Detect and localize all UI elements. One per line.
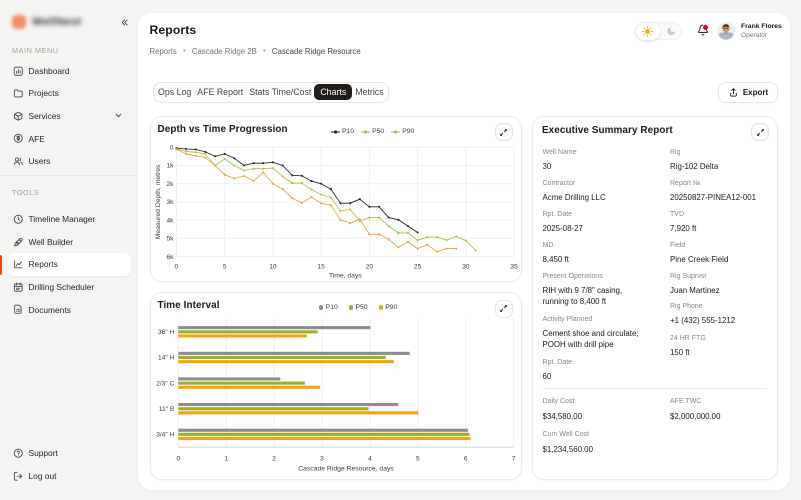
svg-text:14" H: 14" H	[158, 355, 175, 362]
svg-text:0: 0	[170, 144, 174, 151]
svg-text:15: 15	[317, 263, 325, 270]
svg-text:20: 20	[366, 263, 374, 270]
svg-text:10: 10	[269, 263, 277, 270]
svg-text:4: 4	[368, 456, 372, 463]
svg-text:0: 0	[176, 456, 180, 463]
svg-text:6k: 6k	[166, 253, 174, 260]
svg-text:2k: 2k	[166, 180, 174, 187]
svg-text:Cascade Ridge Resource, days: Cascade Ridge Resource, days	[298, 466, 394, 473]
svg-text:6: 6	[464, 456, 468, 463]
svg-text:1: 1	[224, 456, 228, 463]
svg-text:2/3" C: 2/3" C	[156, 380, 174, 387]
svg-text:35: 35	[510, 263, 518, 270]
svg-text:0: 0	[175, 263, 179, 270]
svg-text:1k: 1k	[166, 162, 174, 169]
svg-text:25: 25	[414, 263, 422, 270]
svg-text:5: 5	[223, 263, 227, 270]
svg-text:11" B: 11" B	[159, 406, 175, 413]
svg-text:36" H: 36" H	[158, 329, 175, 336]
svg-text:5: 5	[416, 456, 420, 463]
svg-text:2: 2	[272, 456, 276, 463]
svg-text:3: 3	[320, 456, 324, 463]
svg-text:3/4" H: 3/4" H	[156, 432, 174, 439]
svg-text:5k: 5k	[166, 235, 174, 242]
svg-text:Time, days: Time, days	[329, 272, 363, 279]
svg-text:3k: 3k	[166, 199, 174, 206]
svg-text:7: 7	[512, 456, 516, 463]
svg-text:4k: 4k	[166, 217, 174, 224]
svg-text:30: 30	[462, 263, 470, 270]
svg-text:Measured Depth, metres: Measured Depth, metres	[155, 163, 162, 238]
